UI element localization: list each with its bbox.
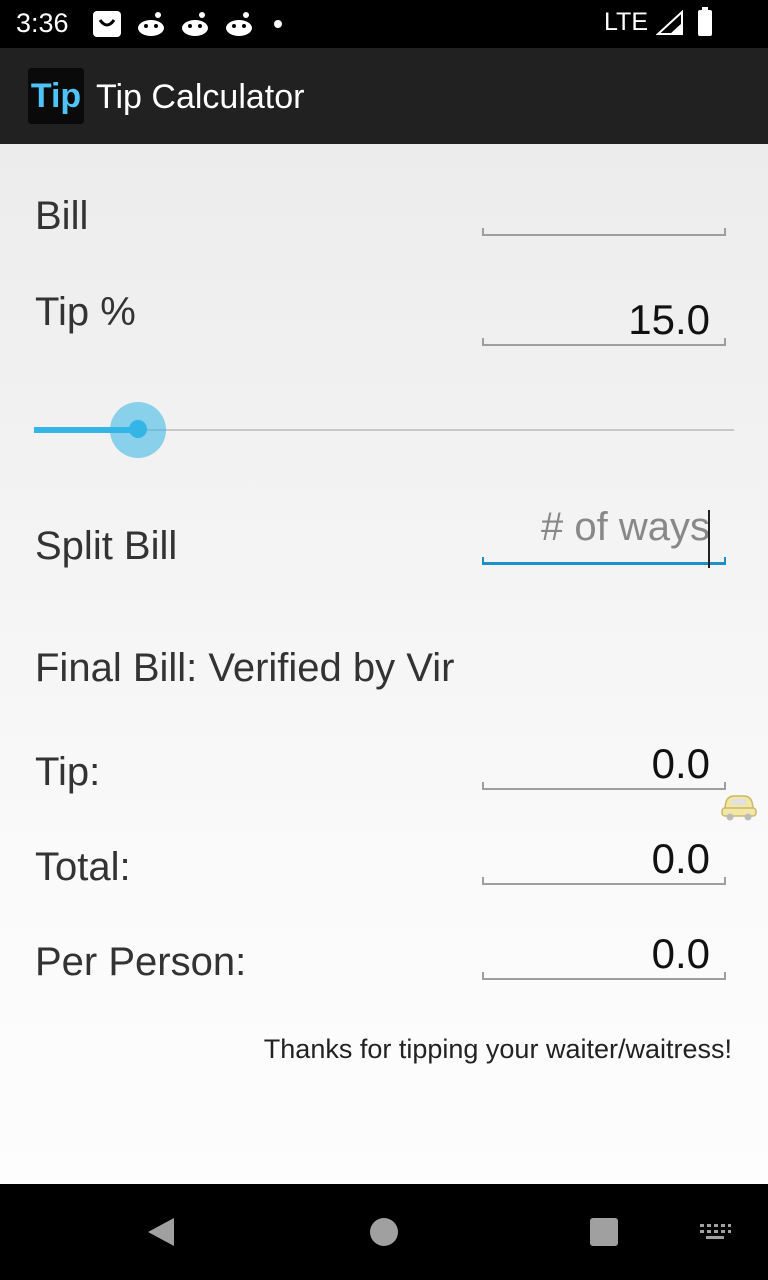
signal-icon [656,10,683,35]
home-icon[interactable] [370,1218,398,1246]
status-bar: 3:36 LTE [0,0,768,48]
tip-result-field[interactable]: 0.0 [482,740,726,790]
thanks-message: Thanks for tipping your waiter/waitress! [263,1034,732,1064]
per-person-field[interactable]: 0.0 [482,930,726,980]
total-label: Total: [35,845,131,889]
per-person-value: 0.0 [651,930,710,977]
tip-result-label: Tip: [35,750,101,794]
bill-input[interactable] [482,194,726,236]
reddit-icon [226,12,252,36]
total-field[interactable]: 0.0 [482,835,726,885]
app-logo-icon: Tip [28,68,84,124]
tip-percent-input[interactable]: 15.0 [482,296,726,346]
tip-percent-value: 15.0 [628,296,710,343]
battery-icon [698,7,712,36]
keyboard-icon[interactable] [698,1222,732,1242]
action-bar: Tip Tip Calculator [0,48,768,144]
recents-icon[interactable] [590,1218,618,1246]
dot-icon [274,20,282,28]
total-value: 0.0 [651,835,710,882]
tip-slider-thumb[interactable] [129,420,147,438]
tip-result-value: 0.0 [651,740,710,787]
back-icon[interactable] [146,1216,176,1248]
split-bill-label: Split Bill [35,524,178,568]
text-cursor [708,510,710,568]
taxi-icon [721,795,757,821]
bill-label: Bill [35,194,89,238]
notification-bag-icon [93,11,121,37]
tip-percent-label: Tip % [35,290,136,334]
split-ways-placeholder: # of ways [541,505,710,549]
status-time: 3:36 [16,8,69,38]
reddit-icon [182,12,208,36]
app-title: Tip Calculator [96,78,305,116]
notification-icons [92,8,288,40]
split-ways-input[interactable]: # of ways [482,505,726,568]
final-bill-heading: Final Bill: Verified by Vir [35,646,455,690]
per-person-label: Per Person: [35,940,247,984]
reddit-icon [138,12,164,36]
network-type: LTE [604,8,648,36]
